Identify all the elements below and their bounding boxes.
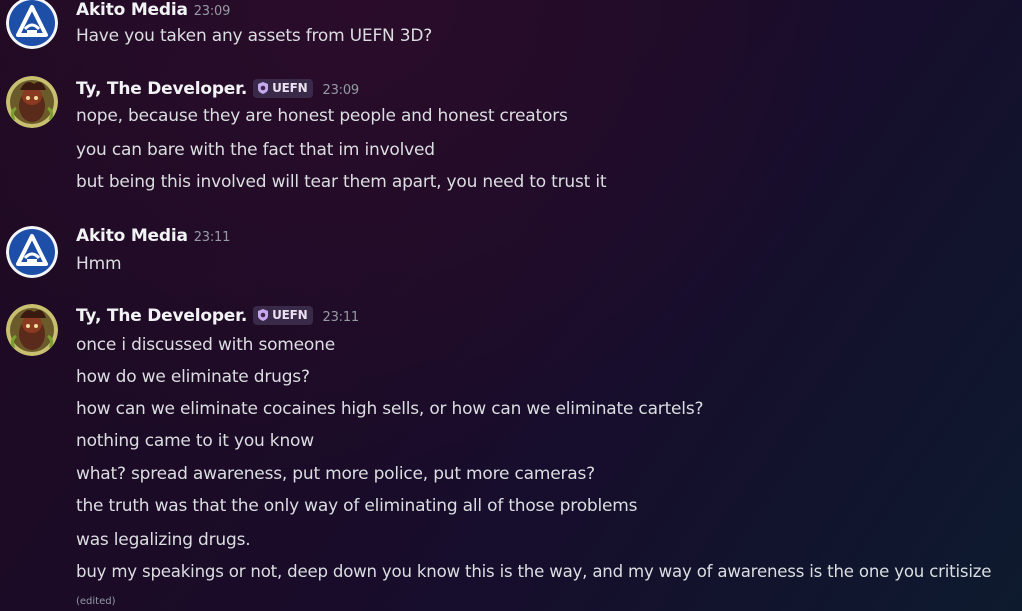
- server-tag-label: UEFN: [272, 308, 308, 322]
- shield-icon: [258, 309, 269, 321]
- ty-character-icon: [6, 304, 58, 356]
- author-name[interactable]: Akito Media 23:11: [76, 226, 230, 246]
- author-label[interactable]: Ty, The Developer.: [76, 79, 247, 99]
- message-text: how do we eliminate drugs?: [76, 367, 310, 387]
- author-label[interactable]: Ty, The Developer.: [76, 306, 247, 326]
- message-text: nope, because they are honest people and…: [76, 106, 568, 126]
- server-tag-badge[interactable]: UEFN: [253, 79, 313, 98]
- avatar[interactable]: [6, 226, 58, 278]
- avatar[interactable]: [6, 76, 58, 128]
- message-text: once i discussed with someone: [76, 335, 335, 355]
- author-label[interactable]: Akito Media: [76, 226, 188, 246]
- message-text: Have you taken any assets from UEFN 3D?: [76, 26, 433, 46]
- akito-logo-icon: [6, 0, 58, 49]
- author-label[interactable]: Akito Media: [76, 0, 188, 20]
- message-text: what? spread awareness, put more police,…: [76, 464, 595, 484]
- message-text: buy my speakings or not, deep down you k…: [76, 562, 992, 581]
- author-name[interactable]: Ty, The Developer. UEFN 23:11: [76, 306, 359, 326]
- shield-icon: [258, 82, 269, 94]
- timestamp: 23:11: [322, 310, 360, 325]
- server-tag-badge[interactable]: UEFN: [253, 306, 313, 325]
- timestamp: 23:11: [193, 230, 231, 245]
- author-name[interactable]: Akito Media 23:09: [76, 0, 230, 20]
- message-text: the truth was that the only way of elimi…: [76, 496, 638, 516]
- message-text: how can we eliminate cocaines high sells…: [76, 399, 704, 419]
- timestamp: 23:09: [193, 4, 231, 19]
- message-text: Hmm: [76, 254, 122, 274]
- message-text: nothing came to it you know: [76, 431, 314, 451]
- message-text: was legalizing drugs.: [76, 530, 251, 550]
- avatar[interactable]: [6, 304, 58, 356]
- edited-indicator: (edited): [76, 596, 116, 607]
- timestamp: 23:09: [322, 83, 360, 98]
- server-tag-label: UEFN: [272, 81, 308, 95]
- ty-character-icon: [6, 76, 58, 128]
- message-text: you can bare with the fact that im invol…: [76, 140, 435, 160]
- message-text: but being this involved will tear them a…: [76, 172, 607, 192]
- avatar[interactable]: [6, 0, 58, 49]
- author-name[interactable]: Ty, The Developer. UEFN 23:09: [76, 79, 359, 99]
- akito-logo-icon: [6, 226, 58, 278]
